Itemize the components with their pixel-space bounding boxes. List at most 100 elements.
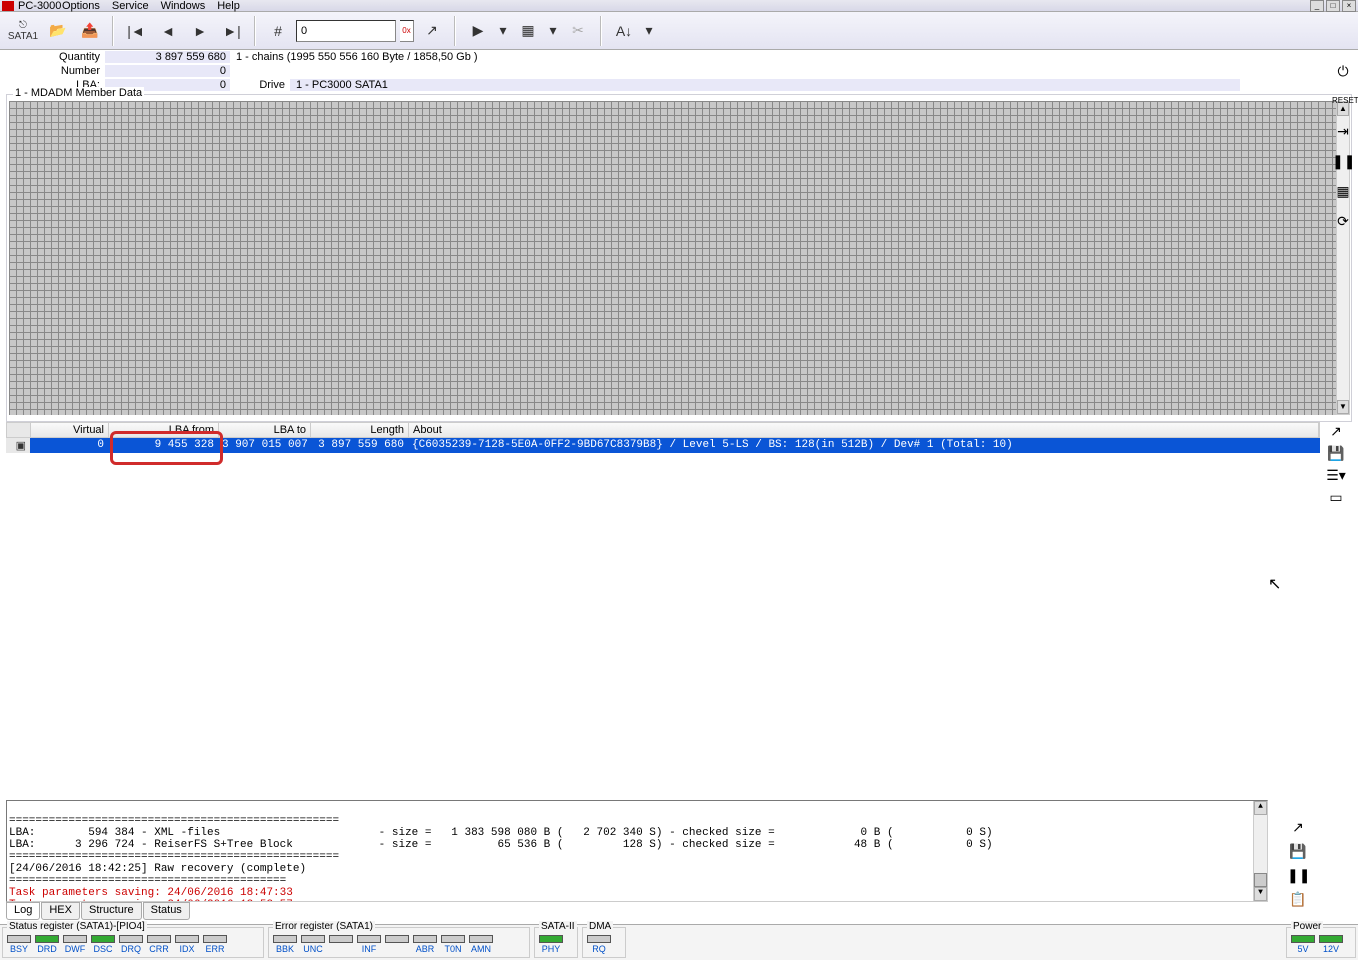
log-scroll-down-icon[interactable]: ▼ <box>1254 887 1267 901</box>
th-virtual[interactable]: Virtual <box>31 423 109 437</box>
led-label: RQ <box>592 944 606 954</box>
led-inf: INF <box>357 935 381 954</box>
matrix-icon[interactable]: ▦ <box>514 17 542 45</box>
minimize-button[interactable]: _ <box>1310 0 1324 12</box>
log-save-icon[interactable]: 💾 <box>1286 842 1310 862</box>
standby-icon[interactable]: ⇥ <box>1332 120 1354 142</box>
led-label: 12V <box>1323 944 1339 954</box>
drive-value: 1 - PC3000 SATA1 <box>290 79 1240 91</box>
title-bar: PC-3000 Options Service Windows Help _ □… <box>0 0 1358 12</box>
cell-to: 3 907 015 007 <box>218 438 310 453</box>
led-indicator <box>35 935 59 943</box>
reset-icon[interactable]: RESET <box>1332 90 1354 112</box>
led-bbk: BBK <box>273 935 297 954</box>
lba-input[interactable] <box>296 20 396 42</box>
last-icon[interactable]: ►| <box>218 17 246 45</box>
log-line: ========================================… <box>9 875 286 887</box>
play-dropdown[interactable]: ▾ <box>496 17 510 45</box>
power-title: Power <box>1291 921 1323 932</box>
led-indicator <box>91 935 115 943</box>
self-test-icon[interactable]: ⟳ <box>1332 210 1354 232</box>
power-icon[interactable]: ⏻ <box>1332 60 1354 82</box>
next-icon[interactable]: ► <box>186 17 214 45</box>
dma-title: DMA <box>587 921 613 932</box>
led-label: BBK <box>276 944 294 954</box>
led-label: CRR <box>149 944 169 954</box>
menu-bar: Options Service Windows Help <box>2 0 240 12</box>
log-copy-icon[interactable]: 📋 <box>1286 890 1310 910</box>
led-blank <box>385 935 409 954</box>
led-indicator <box>413 935 437 943</box>
led-label: INF <box>362 944 377 954</box>
scroll-down-icon[interactable]: ▼ <box>1337 400 1349 414</box>
log-line: LBA: 3 296 724 - ReiserFS S+Tree Block -… <box>9 839 993 851</box>
menu-help[interactable]: Help <box>217 0 240 12</box>
led-label: DRQ <box>121 944 141 954</box>
table-row[interactable]: ▣ 0 9 455 328 3 907 015 007 3 897 559 68… <box>6 438 1320 453</box>
prev-icon[interactable]: ◄ <box>154 17 182 45</box>
cell-virtual: 0 <box>30 438 108 453</box>
matrix-dropdown[interactable]: ▾ <box>546 17 560 45</box>
format-icon[interactable]: ▦ <box>1332 180 1354 202</box>
menu-windows[interactable]: Windows <box>161 0 206 12</box>
groupbox-title: 1 - MDADM Member Data <box>13 87 144 99</box>
dma-group: DMA RQ <box>582 927 626 958</box>
tab-log[interactable]: Log <box>6 902 40 920</box>
pause-icon[interactable]: ❚❚ <box>1332 150 1354 172</box>
log-scrollbar[interactable]: ▲ ▼ <box>1253 801 1267 901</box>
tab-hex[interactable]: HEX <box>41 902 80 920</box>
th-lba-to[interactable]: LBA to <box>219 423 311 437</box>
maximize-button[interactable]: □ <box>1326 0 1340 12</box>
led-bsy: BSY <box>7 935 31 954</box>
sata1-button[interactable]: ⎋ SATA1 <box>6 14 40 48</box>
led-label: UNC <box>303 944 323 954</box>
menu-service[interactable]: Service <box>112 0 149 12</box>
menu-options[interactable]: Options <box>62 0 100 12</box>
led-drq: DRQ <box>119 935 143 954</box>
add-chain-icon[interactable]: ↗ <box>1324 422 1348 442</box>
th-about[interactable]: About <box>409 423 1319 437</box>
led-err: ERR <box>203 935 227 954</box>
tab-structure[interactable]: Structure <box>81 902 142 920</box>
tools-icon[interactable]: ✂ <box>564 17 592 45</box>
save-chain-icon[interactable]: 💾 <box>1324 444 1348 464</box>
status-reg-title: Status register (SATA1)-[PIO4] <box>7 921 147 932</box>
tab-status[interactable]: Status <box>143 902 190 920</box>
grid-toggle-icon[interactable]: # <box>264 17 292 45</box>
open-icon[interactable]: 📂 <box>44 17 72 45</box>
bitmap-groupbox: 1 - MDADM Member Data ▲ ▼ <box>6 94 1352 422</box>
export-icon[interactable]: 📤 <box>76 17 104 45</box>
log-export-icon[interactable]: ↗ <box>1286 818 1310 838</box>
log-body[interactable]: ========================================… <box>6 800 1268 902</box>
quantity-trail: 1 - chains (1995 550 556 160 Byte / 1858… <box>230 51 478 63</box>
log-scroll-up-icon[interactable]: ▲ <box>1254 801 1267 815</box>
cursor-icon: ↖ <box>1268 574 1281 594</box>
led-label: DWF <box>65 944 86 954</box>
number-value: 0 <box>105 65 230 77</box>
log-scroll-thumb[interactable] <box>1254 873 1267 887</box>
close-button[interactable]: × <box>1342 0 1356 12</box>
sort-dropdown[interactable]: ▾ <box>642 17 656 45</box>
led-amn: AMN <box>469 935 493 954</box>
chain-props-icon[interactable]: ☰▾ <box>1324 466 1348 486</box>
th-length[interactable]: Length <box>311 423 409 437</box>
sort-icon[interactable]: A↓ <box>610 17 638 45</box>
first-icon[interactable]: |◄ <box>122 17 150 45</box>
chain-del-icon[interactable]: ▭ <box>1324 488 1348 508</box>
th-lba-from[interactable]: LBA from <box>109 423 219 437</box>
log-line: Task parameters saving: 24/06/2016 18:58… <box>9 899 293 902</box>
status-bar: Status register (SATA1)-[PIO4] BSYDRDDWF… <box>0 924 1358 960</box>
led-indicator <box>385 935 409 943</box>
led-label: AMN <box>471 944 491 954</box>
led-indicator <box>441 935 465 943</box>
bitmap-area[interactable] <box>9 101 1339 415</box>
led-label: ABR <box>416 944 435 954</box>
led-indicator <box>147 935 171 943</box>
toolbar: ⎋ SATA1 📂 📤 |◄ ◄ ► ►| # 0x ↗ ▶ ▾ ▦ ▾ ✂ A… <box>0 12 1358 50</box>
log-pause-icon[interactable]: ❚❚ <box>1286 866 1310 886</box>
sata-group: SATA-II PHY <box>534 927 578 958</box>
play-icon[interactable]: ▶ <box>464 17 492 45</box>
sata-title: SATA-II <box>539 921 577 932</box>
sata-icon: ⎋ <box>19 20 27 31</box>
goto-icon[interactable]: ↗ <box>418 17 446 45</box>
